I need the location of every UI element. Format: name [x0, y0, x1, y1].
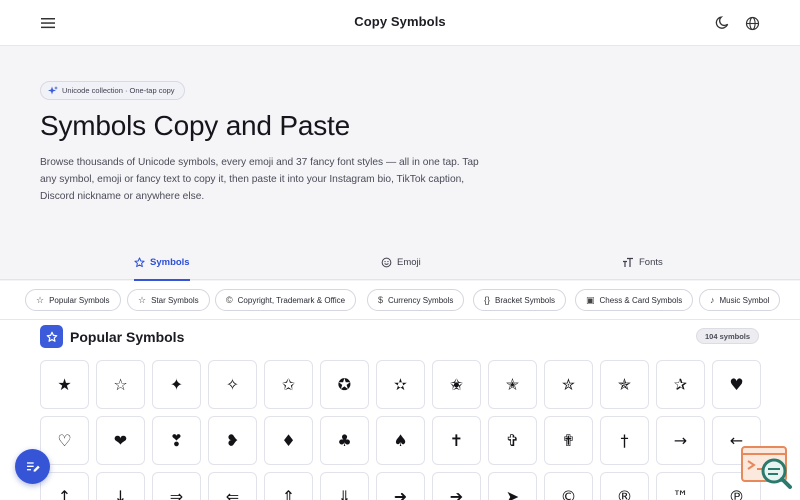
dollar-icon: $: [378, 294, 384, 305]
symbol-cell[interactable]: ™: [656, 472, 705, 500]
category-tabs: Symbols Emoji Fonts: [0, 244, 800, 281]
star-outline-icon: [134, 256, 145, 267]
chip-bracket-symbols[interactable]: {} Bracket Symbols: [473, 289, 567, 311]
page-title: Symbols Copy and Paste: [40, 110, 350, 141]
symbol-cell[interactable]: ✩: [264, 360, 313, 409]
chip-label: Music Symbol: [719, 295, 770, 305]
symbol-cell[interactable]: ♥: [712, 360, 761, 409]
symbol-cell[interactable]: ✫: [376, 360, 425, 409]
hero-section: Unicode collection · One-tap copy Symbol…: [0, 46, 800, 244]
symbol-cell[interactable]: ©: [544, 472, 593, 500]
symbol-cell[interactable]: →: [656, 416, 705, 465]
top-app-bar: Copy Symbols: [0, 0, 800, 46]
language-button[interactable]: [742, 13, 762, 33]
symbol-cell[interactable]: ®: [600, 472, 649, 500]
tab-label: Emoji: [397, 256, 421, 268]
edit-notes-button[interactable]: [15, 449, 50, 484]
tab-emoji[interactable]: Emoji: [381, 244, 421, 280]
symbol-cell[interactable]: ★: [40, 360, 89, 409]
symbol-cell[interactable]: ↑: [40, 472, 89, 500]
symbol-cell[interactable]: ⇒: [152, 472, 201, 500]
symbol-cell[interactable]: ↓: [96, 472, 145, 500]
section-icon: [40, 325, 63, 348]
symbol-cell[interactable]: ⇓: [320, 472, 369, 500]
symbol-cell[interactable]: ➔: [432, 472, 481, 500]
symbol-cell[interactable]: ✯: [600, 360, 649, 409]
star-outline-icon: [46, 331, 57, 342]
page-description: Browse thousands of Unicode symbols, eve…: [40, 157, 479, 202]
edit-note-icon: [26, 461, 40, 472]
tab-fonts[interactable]: Fonts: [622, 244, 663, 280]
chip-chess-card-symbols[interactable]: ▣ Chess & Card Symbols: [575, 289, 694, 311]
section-title: Popular Symbols: [70, 329, 185, 345]
smiley-icon: [381, 257, 392, 267]
symbol-cell[interactable]: ✝: [432, 416, 481, 465]
app-title: Copy Symbols: [354, 14, 446, 29]
braces-icon: {}: [484, 294, 491, 305]
music-note-icon: ♪: [710, 294, 715, 305]
chip-label: Copyright, Trademark & Office: [237, 295, 346, 305]
symbol-cell[interactable]: ❥: [208, 416, 257, 465]
symbol-cell[interactable]: ⇐: [208, 472, 257, 500]
symbol-cell[interactable]: ✮: [544, 360, 593, 409]
tab-label: Fonts: [639, 256, 663, 268]
symbol-cell[interactable]: ✬: [432, 360, 481, 409]
symbol-cell[interactable]: ❣: [152, 416, 201, 465]
badge-text: Unicode collection · One-tap copy: [62, 86, 175, 95]
chip-label: Popular Symbols: [49, 295, 110, 305]
collection-badge: Unicode collection · One-tap copy: [40, 81, 185, 100]
chessboard-icon: ▣: [586, 294, 595, 305]
symbol-cell[interactable]: ✭: [488, 360, 537, 409]
chip-music-symbols[interactable]: ♪ Music Symbol: [699, 289, 781, 311]
search-document-logo: [738, 442, 794, 494]
popular-symbols-section: Popular Symbols 104 symbols ★ ☆ ✦ ✧ ✩ ✪ ✫ ✬ ✭ ✮ ✯ ✰…: [0, 320, 800, 500]
chip-label: Bracket Symbols: [495, 295, 556, 305]
chip-star-symbols[interactable]: ☆ Star Symbols: [127, 289, 210, 311]
category-chip-bar[interactable]: ☆ Popular Symbols ☆ Star Symbols © Copyr…: [0, 281, 800, 320]
chip-popular-symbols[interactable]: ☆ Popular Symbols: [25, 289, 121, 311]
chip-label: Star Symbols: [151, 295, 199, 305]
star-outline-icon: ☆: [36, 294, 45, 305]
symbol-cell[interactable]: ✞: [488, 416, 537, 465]
text-icon: [623, 257, 633, 267]
symbol-cell[interactable]: ⇑: [264, 472, 313, 500]
copyright-icon: ©: [226, 294, 233, 305]
tab-symbols[interactable]: Symbols: [134, 244, 190, 281]
star-outline-icon: ☆: [138, 294, 147, 305]
symbol-cell[interactable]: ♦: [264, 416, 313, 465]
theme-toggle-button[interactable]: [712, 13, 732, 33]
symbol-cell[interactable]: ✧: [208, 360, 257, 409]
chip-copyright-trademark-office[interactable]: © Copyright, Trademark & Office: [215, 289, 357, 311]
symbol-cell[interactable]: ➤: [488, 472, 537, 500]
symbol-cell[interactable]: ❤: [96, 416, 145, 465]
symbol-cell[interactable]: ✰: [656, 360, 705, 409]
globe-icon: [745, 16, 759, 30]
symbol-cell[interactable]: ♠: [376, 416, 425, 465]
tab-label: Symbols: [150, 256, 190, 268]
symbol-cell[interactable]: ✪: [320, 360, 369, 409]
symbol-cell[interactable]: ♣: [320, 416, 369, 465]
symbol-cell[interactable]: ☆: [96, 360, 145, 409]
chip-currency-symbols[interactable]: $ Currency Symbols: [367, 289, 465, 311]
chip-label: Chess & Card Symbols: [599, 295, 683, 305]
chip-label: Currency Symbols: [388, 295, 454, 305]
symbol-cell[interactable]: ✟: [544, 416, 593, 465]
moon-icon: [715, 16, 729, 29]
sparkle-icon: [48, 85, 58, 96]
symbol-cell[interactable]: ✦: [152, 360, 201, 409]
symbol-count-badge: 104 symbols: [696, 328, 760, 344]
symbol-cell[interactable]: †: [600, 416, 649, 465]
symbol-cell[interactable]: ➜: [376, 472, 425, 500]
